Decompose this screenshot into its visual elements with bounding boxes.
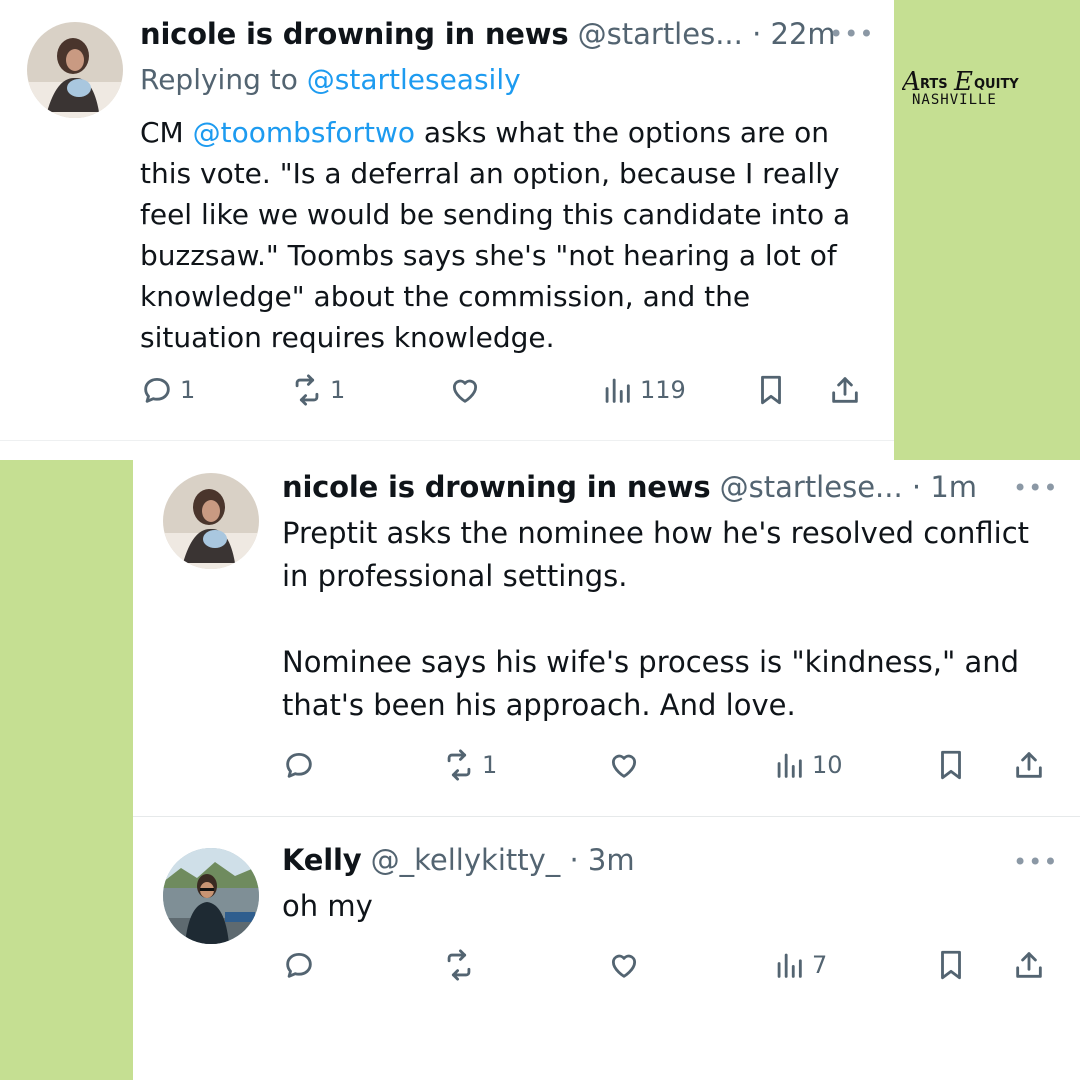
tweet-text-content: oh my [282, 889, 373, 923]
handle[interactable]: @_kellykitty_ [371, 843, 561, 877]
handle[interactable]: @startlese... [720, 470, 903, 504]
bookmark-button[interactable] [754, 370, 788, 410]
views-button[interactable]: 10 [772, 745, 843, 785]
svg-text:NASHVILLE: NASHVILLE [912, 92, 997, 108]
heart-icon [611, 954, 637, 978]
avatar[interactable] [27, 22, 123, 118]
tweet-header: Kelly @_kellykitty_ · 3m [282, 842, 635, 878]
replying-handle-link[interactable]: @startleseasily [307, 63, 521, 96]
replying-to: Replying to @startleseasily [140, 62, 521, 98]
action-bar: 1 10 [282, 745, 1052, 785]
share-icon [1016, 952, 1042, 978]
mention-link[interactable]: @toombsfortwo [193, 116, 415, 149]
bookmark-icon [941, 950, 961, 980]
like-button[interactable] [607, 945, 647, 985]
views-count: 119 [640, 376, 686, 404]
more-options-icon[interactable]: ••• [1013, 850, 1058, 874]
views-icon [777, 753, 802, 778]
tweet-paragraph-1: Preptit asks the nominee how he's resolv… [282, 516, 1030, 593]
reply-icon [286, 752, 312, 778]
retweet-icon [295, 374, 319, 406]
reply-button[interactable] [282, 945, 322, 985]
green-panel-left [0, 460, 133, 1080]
bookmark-button[interactable] [934, 745, 968, 785]
share-button[interactable] [828, 370, 862, 410]
display-name[interactable]: nicole is drowning in news [282, 470, 711, 504]
views-count: 7 [812, 951, 828, 979]
share-button[interactable] [1012, 745, 1046, 785]
share-icon [832, 377, 858, 403]
retweet-count: 1 [482, 751, 498, 779]
timestamp[interactable]: · 3m [570, 843, 635, 877]
retweet-button[interactable] [442, 945, 482, 985]
more-options-icon[interactable]: ••• [1013, 476, 1058, 500]
bookmark-button[interactable] [934, 945, 968, 985]
like-button[interactable] [607, 745, 647, 785]
tweet-card-1[interactable]: nicole is drowning in news @startles... … [0, 0, 894, 440]
retweet-icon [447, 949, 471, 981]
display-name[interactable]: nicole is drowning in news [140, 17, 569, 51]
divider [0, 440, 894, 441]
text-prefix: CM [140, 116, 184, 149]
views-icon [777, 953, 802, 978]
views-count: 10 [812, 751, 843, 779]
reply-button[interactable] [282, 745, 322, 785]
tweet-text: oh my [282, 886, 1042, 927]
action-bar: 1 1 119 [140, 370, 880, 410]
tweet-text: CM @toombsfortwo asks what the options a… [140, 112, 875, 358]
like-button[interactable] [448, 370, 488, 410]
views-icon [605, 378, 630, 403]
retweet-button[interactable]: 1 [442, 745, 497, 785]
views-button[interactable]: 7 [772, 945, 827, 985]
share-icon [1016, 752, 1042, 778]
more-options-icon[interactable]: ••• [829, 22, 874, 46]
svg-text:QUITY: QUITY [974, 77, 1019, 92]
reply-icon [286, 952, 312, 978]
tweet-header: nicole is drowning in news @startlese...… [282, 469, 977, 505]
tweet-card-2[interactable]: nicole is drowning in news @startlese...… [133, 460, 1080, 816]
display-name[interactable]: Kelly [282, 843, 362, 877]
tweet-header: nicole is drowning in news @startles... … [140, 16, 836, 52]
views-button[interactable]: 119 [600, 370, 686, 410]
action-bar: 7 [282, 945, 1052, 985]
timestamp[interactable]: · 1m [912, 470, 977, 504]
retweet-button[interactable]: 1 [290, 370, 345, 410]
text-rest: asks what the options are on this vote. … [140, 116, 851, 354]
heart-icon [452, 379, 478, 403]
share-button[interactable] [1012, 945, 1046, 985]
avatar[interactable] [163, 848, 259, 944]
reply-count: 1 [180, 376, 196, 404]
replying-prefix: Replying to [140, 63, 298, 96]
timestamp[interactable]: · 22m [752, 17, 836, 51]
arts-equity-logo: A RTS E QUITY NASHVILLE [900, 66, 1044, 110]
tweet-paragraph-2: Nominee says his wife's process is "kind… [282, 645, 1020, 722]
reply-button[interactable]: 1 [140, 370, 195, 410]
avatar[interactable] [163, 473, 259, 569]
reply-icon [144, 377, 170, 403]
retweet-count: 1 [330, 376, 346, 404]
bookmark-icon [761, 375, 781, 405]
tweet-text: Preptit asks the nominee how he's resolv… [282, 512, 1042, 727]
svg-text:RTS: RTS [920, 77, 948, 92]
bookmark-icon [941, 750, 961, 780]
handle[interactable]: @startles... [578, 17, 743, 51]
retweet-icon [447, 749, 471, 781]
heart-icon [611, 754, 637, 778]
tweet-card-3[interactable]: Kelly @_kellykitty_ · 3m ••• oh my 7 [133, 817, 1080, 1080]
